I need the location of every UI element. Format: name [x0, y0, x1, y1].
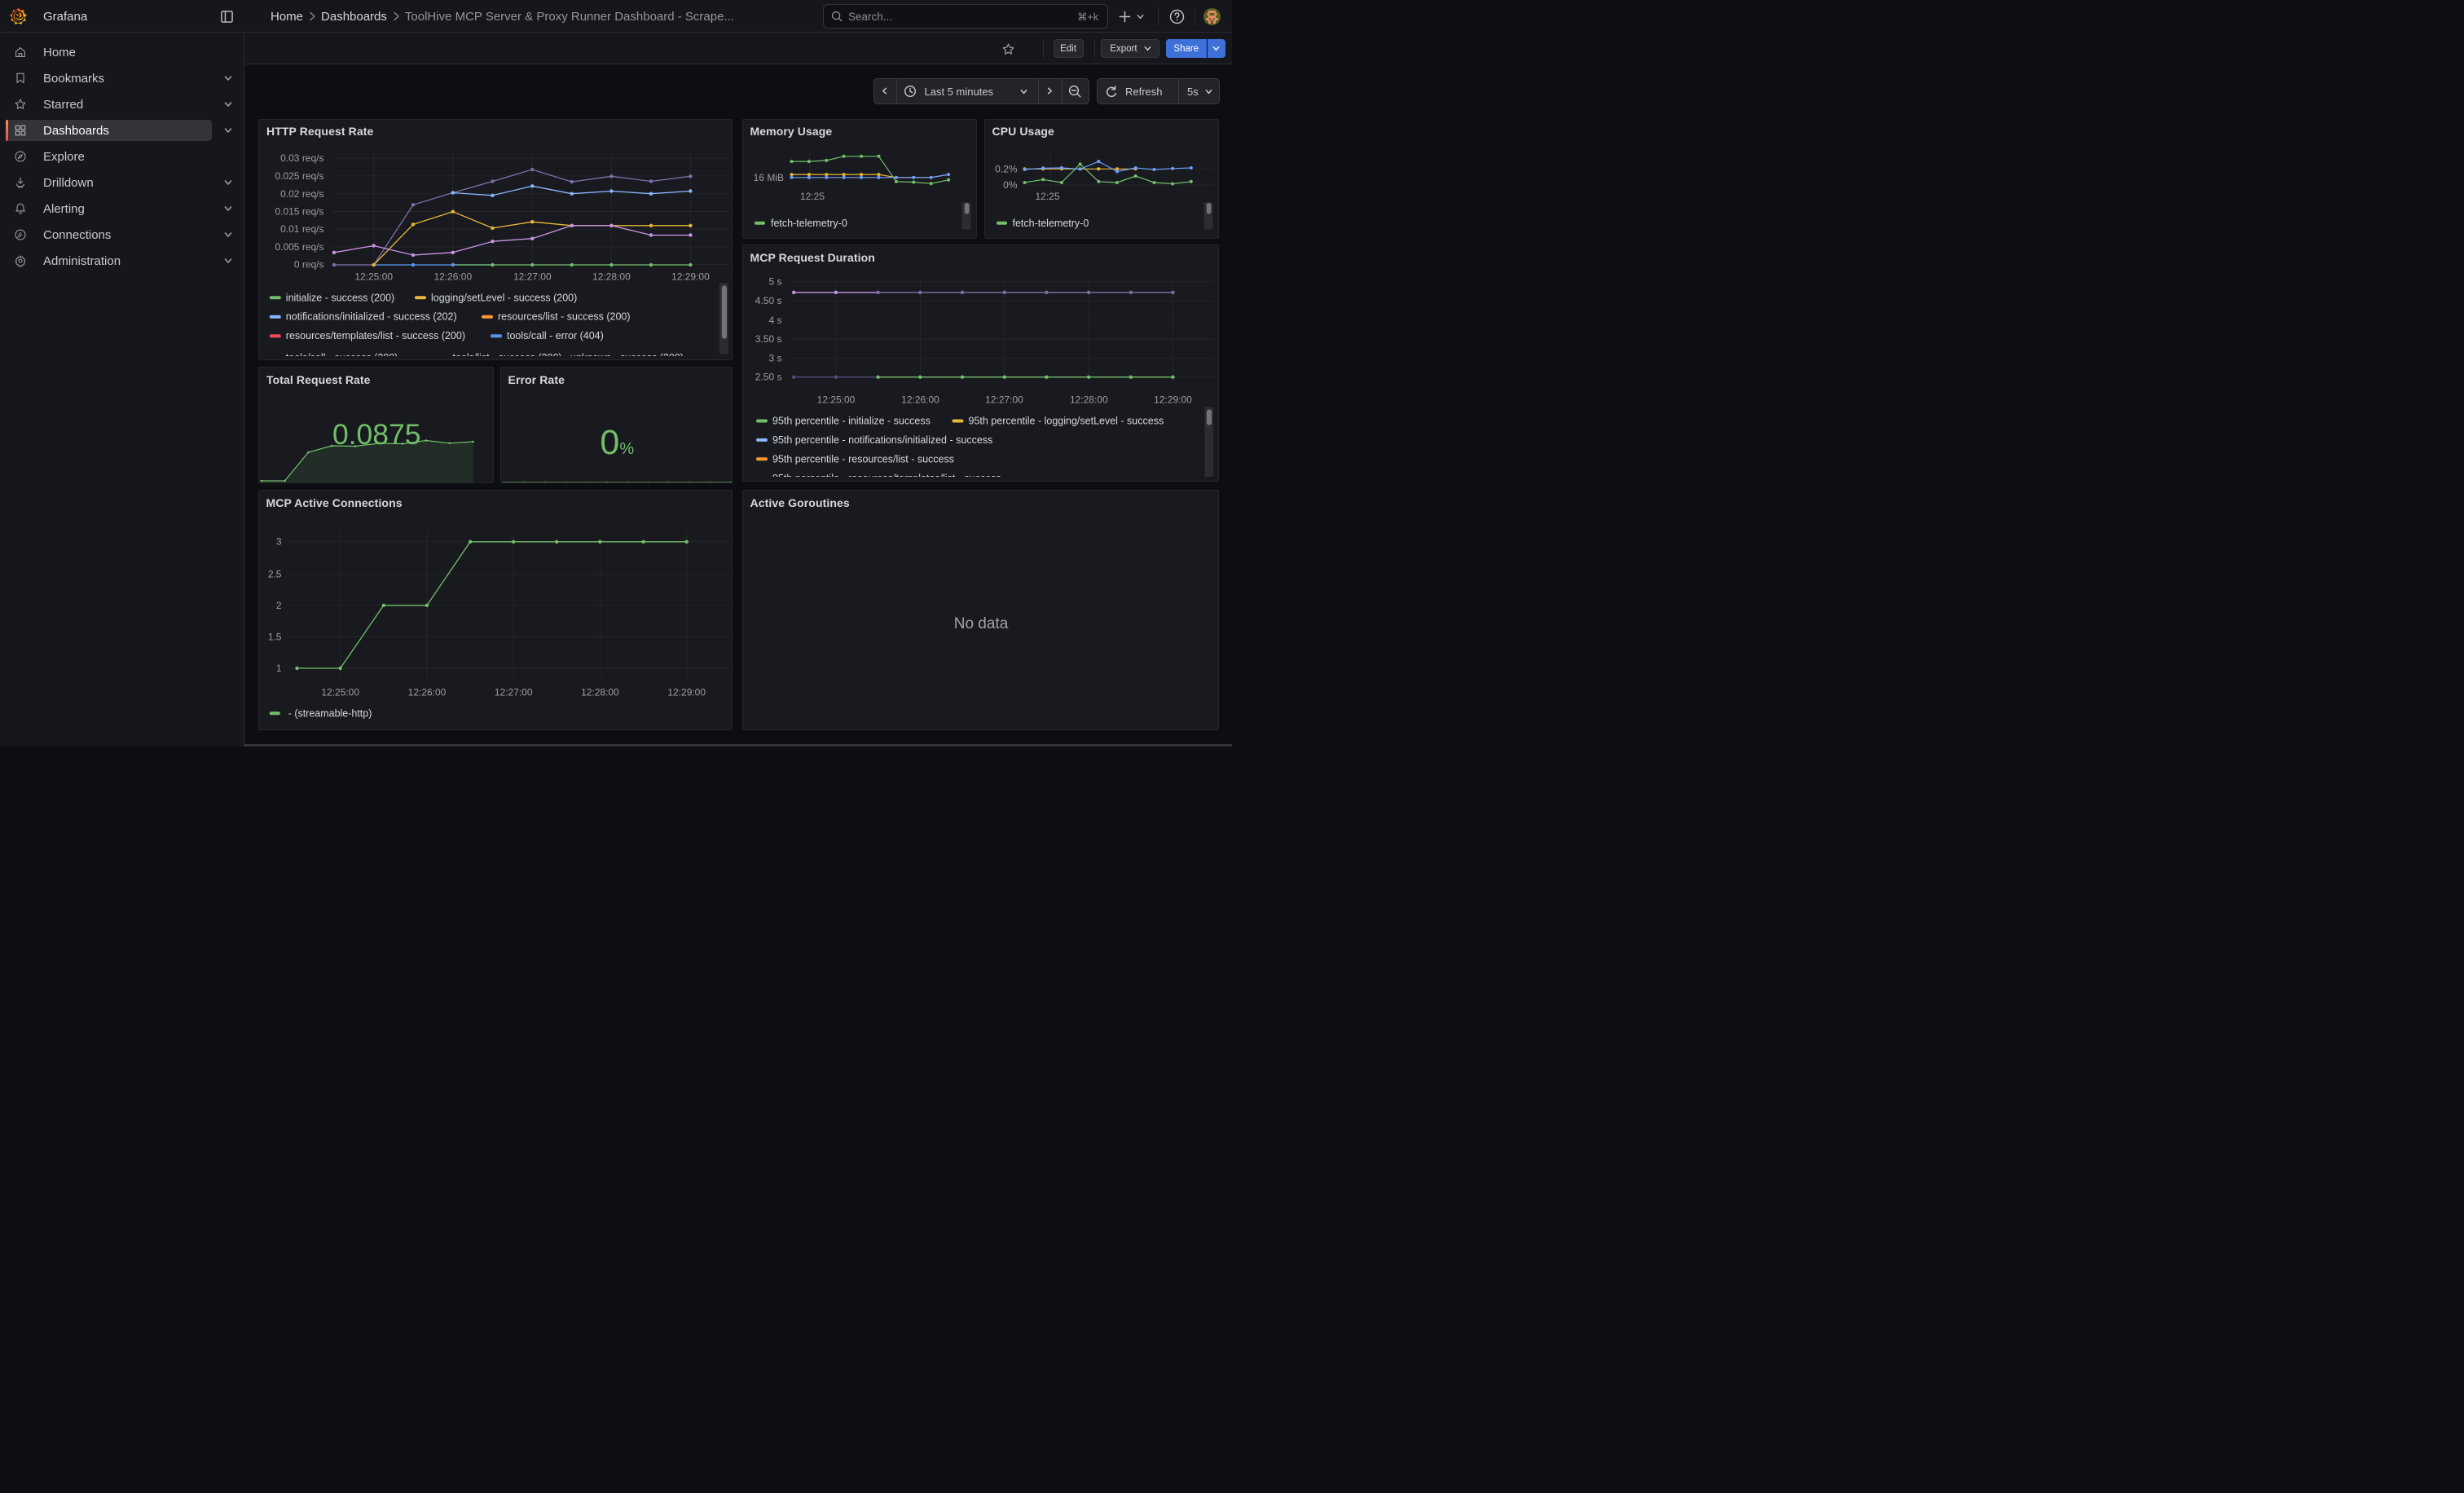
svg-text:12:25: 12:25 [1035, 191, 1059, 202]
svg-text:5 s: 5 s [768, 276, 781, 288]
svg-text:3: 3 [275, 535, 281, 547]
svg-text:0.02 req/s: 0.02 req/s [280, 187, 323, 199]
svg-text:initialize - success (200): initialize - success (200) [286, 292, 394, 303]
svg-text:12:27:00: 12:27:00 [494, 686, 532, 698]
svg-text:95th percentile - logging/setL: 95th percentile - logging/setLevel - suc… [968, 416, 1164, 427]
svg-text:fetch-telemetry-0: fetch-telemetry-0 [771, 217, 847, 228]
svg-text:2: 2 [275, 600, 281, 611]
svg-text:1: 1 [275, 663, 281, 674]
svg-text:0.2%: 0.2% [995, 163, 1018, 174]
svg-text:12:28:00: 12:28:00 [581, 686, 619, 698]
svg-text:0.03 req/s: 0.03 req/s [280, 152, 323, 164]
svg-text:95th percentile - resources/li: 95th percentile - resources/list - succe… [772, 453, 954, 465]
svg-text:12:28:00: 12:28:00 [1069, 394, 1107, 406]
svg-text:1.5: 1.5 [267, 631, 281, 642]
svg-text:fetch-telemetry-0: fetch-telemetry-0 [1012, 217, 1089, 228]
svg-text:12:26:00: 12:26:00 [407, 686, 446, 698]
svg-text:2.5: 2.5 [267, 569, 281, 580]
svg-text:tools/call - success (200): tools/call - success (200) [286, 352, 398, 356]
svg-text:0 req/s: 0 req/s [294, 258, 324, 270]
svg-text:16 MiB: 16 MiB [753, 171, 783, 183]
svg-text:- (streamable-http): - (streamable-http) [288, 707, 372, 719]
svg-text:95th percentile - resources/te: 95th percentile - resources/templates/li… [772, 473, 1001, 477]
svg-text:0%: 0% [1003, 179, 1018, 191]
svg-text:unknown - success (200): unknown - success (200) [570, 352, 684, 356]
svg-text:tools/call - error (404): tools/call - error (404) [507, 330, 604, 341]
svg-text:resources/templates/list - suc: resources/templates/list - success (200) [286, 330, 465, 341]
svg-text:12:29:00: 12:29:00 [667, 686, 706, 698]
svg-text:12:25:00: 12:25:00 [816, 394, 855, 406]
svg-text:12:25: 12:25 [799, 191, 824, 202]
svg-text:12:29:00: 12:29:00 [671, 271, 710, 282]
svg-text:notifications/initialized - su: notifications/initialized - success (202… [286, 310, 457, 322]
svg-text:12:25:00: 12:25:00 [354, 271, 393, 282]
svg-text:12:29:00: 12:29:00 [1154, 394, 1192, 406]
svg-text:12:27:00: 12:27:00 [513, 271, 552, 282]
svg-text:4 s: 4 s [768, 315, 781, 326]
svg-text:12:27:00: 12:27:00 [985, 394, 1023, 406]
svg-text:0.01 req/s: 0.01 req/s [280, 223, 323, 235]
svg-text:resources/list - success (200): resources/list - success (200) [498, 310, 631, 322]
svg-text:3 s: 3 s [768, 353, 781, 364]
svg-text:tools/list - success (200): tools/list - success (200) [453, 352, 562, 356]
svg-text:4.50 s: 4.50 s [755, 295, 781, 306]
svg-text:95th percentile - notification: 95th percentile - notifications/initiali… [772, 434, 992, 446]
svg-text:12:25:00: 12:25:00 [321, 686, 359, 698]
svg-text:0.015 req/s: 0.015 req/s [275, 205, 323, 217]
svg-text:2.50 s: 2.50 s [755, 372, 781, 383]
svg-text:95th percentile - initialize -: 95th percentile - initialize - success [772, 416, 931, 427]
svg-text:0.005 req/s: 0.005 req/s [275, 240, 323, 252]
svg-text:3.50 s: 3.50 s [755, 333, 781, 345]
svg-text:logging/setLevel - success (20: logging/setLevel - success (200) [431, 292, 577, 303]
svg-text:0.025 req/s: 0.025 req/s [275, 170, 323, 181]
svg-text:12:26:00: 12:26:00 [433, 271, 472, 282]
svg-text:12:28:00: 12:28:00 [592, 271, 631, 282]
svg-text:12:26:00: 12:26:00 [901, 394, 939, 406]
